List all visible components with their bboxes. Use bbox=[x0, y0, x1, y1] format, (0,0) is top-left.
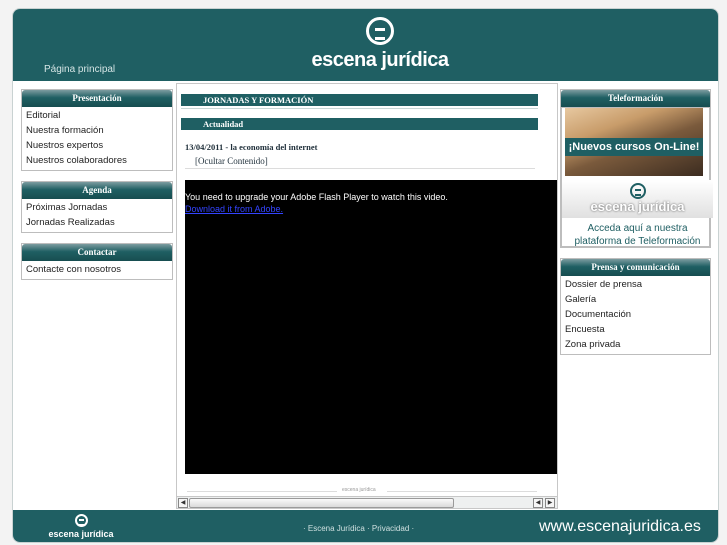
promo-logo: escena jurídica bbox=[562, 180, 713, 218]
footer-url: www.escenajuridica.es bbox=[539, 518, 701, 535]
horizontal-scrollbar[interactable]: ◀ ◀ ▶ bbox=[176, 496, 558, 509]
logo-text: escena jurídica bbox=[311, 49, 449, 71]
right-sidebar: Teleformación ¡Nuevos cursos On-Line! es… bbox=[560, 89, 713, 365]
footer-logo-text: escena jurídica bbox=[48, 529, 114, 539]
footer-link-privacidad[interactable]: Privacidad bbox=[372, 524, 409, 533]
contactar-box: Contactar Contacte con nosotros bbox=[21, 243, 173, 280]
scroll-right-icon[interactable]: ▶ bbox=[545, 498, 555, 508]
scroll-left-icon[interactable]: ◀ bbox=[533, 498, 543, 508]
logo-mark-icon bbox=[366, 17, 394, 45]
divider bbox=[387, 491, 537, 492]
flash-download-link[interactable]: Download it from Adobe. bbox=[185, 204, 557, 214]
online-courses-banner: ¡Nuevos cursos On-Line! bbox=[565, 138, 703, 156]
prensa-box: Prensa y comunicación Dossier de prensa … bbox=[560, 258, 711, 355]
main-content: JORNADAS Y FORMACIÓN Actualidad 13/04/20… bbox=[176, 83, 558, 509]
logo-mark-icon bbox=[629, 183, 646, 199]
nav-nuestros-expertos[interactable]: Nuestros expertos bbox=[26, 138, 168, 153]
agenda-box: Agenda Próximas Jornadas Jornadas Realiz… bbox=[21, 181, 173, 233]
nav-documentacion[interactable]: Documentación bbox=[565, 307, 706, 322]
divider bbox=[181, 108, 538, 109]
hide-content-link[interactable]: [Ocultar Contenido] bbox=[195, 156, 268, 166]
nav-galeria[interactable]: Galería bbox=[565, 292, 706, 307]
teleformacion-box: Teleformación ¡Nuevos cursos On-Line! es… bbox=[560, 89, 713, 248]
footer-sep: · bbox=[364, 524, 372, 533]
presentacion-box: Presentación Editorial Nuestra formación… bbox=[21, 89, 173, 171]
nav-zona-privada[interactable]: Zona privada bbox=[565, 337, 706, 352]
nav-proximas-jornadas[interactable]: Próximas Jornadas bbox=[26, 200, 168, 215]
divider bbox=[185, 168, 535, 169]
footer: escena jurídica · Escena Jurídica · Priv… bbox=[13, 510, 718, 542]
presentacion-title: Presentación bbox=[22, 90, 172, 107]
flash-video-player[interactable]: You need to upgrade your Adobe Flash Pla… bbox=[185, 180, 557, 474]
divider bbox=[187, 491, 337, 492]
contactar-title: Contactar bbox=[22, 244, 172, 261]
scroll-left-icon[interactable]: ◀ bbox=[178, 498, 188, 508]
footer-link-escena[interactable]: Escena Jurídica bbox=[308, 524, 365, 533]
nav-nuestra-formacion[interactable]: Nuestra formación bbox=[26, 123, 168, 138]
news-headline[interactable]: 13/04/2011 - la economía del internet bbox=[185, 142, 317, 152]
teleformacion-title: Teleformación bbox=[561, 90, 710, 107]
section-title: JORNADAS Y FORMACIÓN bbox=[181, 94, 538, 106]
scroll-thumb[interactable] bbox=[189, 498, 454, 508]
promo-line-1: Acceda aquí a nuestra bbox=[587, 223, 688, 234]
flash-message: You need to upgrade your Adobe Flash Pla… bbox=[185, 192, 448, 202]
nav-dossier[interactable]: Dossier de prensa bbox=[565, 277, 706, 292]
footer-sep: · bbox=[409, 524, 415, 533]
left-sidebar: Presentación Editorial Nuestra formación… bbox=[21, 89, 173, 290]
promo-line-2: plataforma de Teleformación bbox=[574, 236, 701, 247]
header: Página principal escena jurídica bbox=[13, 9, 718, 81]
home-link[interactable]: Página principal bbox=[44, 64, 115, 75]
page-frame: Página principal escena jurídica Present… bbox=[12, 8, 719, 543]
nav-nuestros-colaboradores[interactable]: Nuestros colaboradores bbox=[26, 153, 168, 168]
subsection-title: Actualidad bbox=[181, 118, 538, 130]
nav-encuesta[interactable]: Encuesta bbox=[565, 322, 706, 337]
site-logo[interactable]: escena jurídica bbox=[305, 17, 455, 75]
promo-logo-text: escena jurídica bbox=[590, 199, 685, 214]
teleformacion-promo[interactable]: ¡Nuevos cursos On-Line! escena jurídica … bbox=[561, 107, 713, 248]
nav-jornadas-realizadas[interactable]: Jornadas Realizadas bbox=[26, 215, 168, 230]
platform-link[interactable]: Acceda aquí a nuestra plataforma de Tele… bbox=[562, 222, 713, 248]
footer-links: · Escena Jurídica · Privacidad · bbox=[303, 524, 414, 533]
prensa-title: Prensa y comunicación bbox=[561, 259, 710, 276]
nav-editorial[interactable]: Editorial bbox=[26, 108, 168, 123]
agenda-title: Agenda bbox=[22, 182, 172, 199]
nav-contacte[interactable]: Contacte con nosotros bbox=[26, 262, 168, 277]
footer-logo[interactable]: escena jurídica bbox=[41, 514, 121, 539]
content-footer-logo: escena jurídica bbox=[342, 487, 376, 493]
logo-mark-icon bbox=[74, 514, 88, 527]
